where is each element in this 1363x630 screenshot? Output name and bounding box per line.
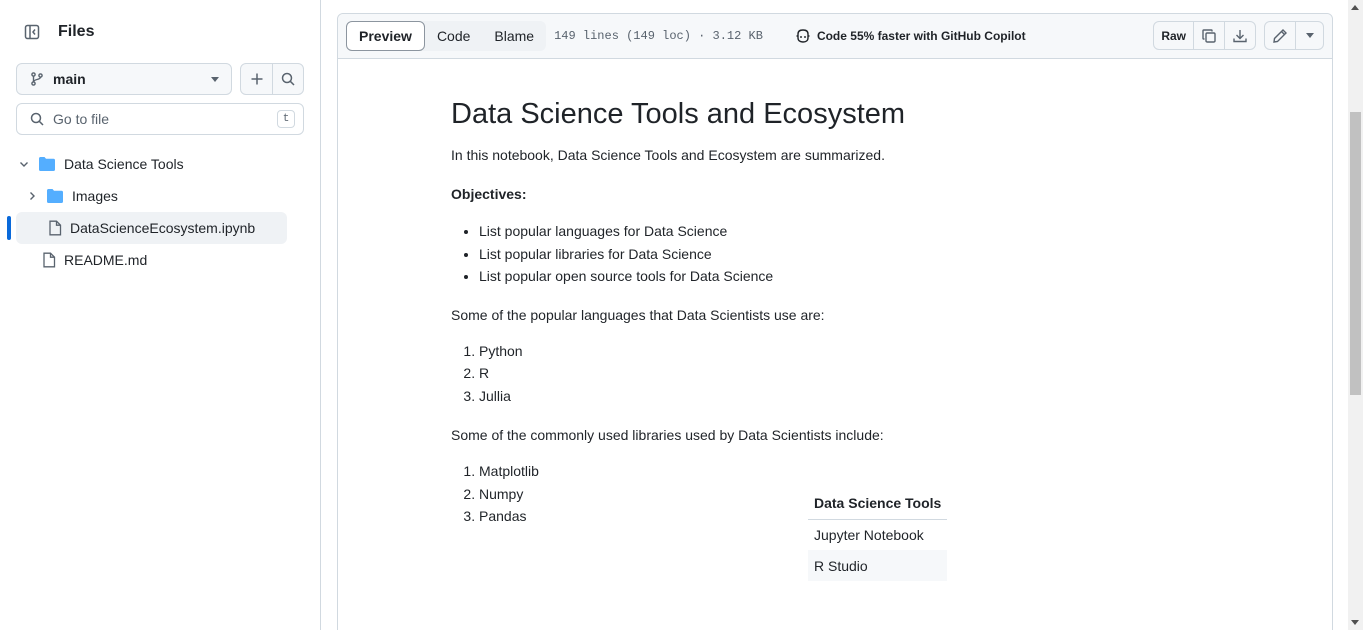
list-item: List popular libraries for Data Science <box>479 243 1211 266</box>
languages-list: Python R Jullia <box>451 340 1211 408</box>
file-tree: Data Science Tools Images DataScienceEco… <box>0 148 320 276</box>
tab-preview[interactable]: Preview <box>346 21 425 51</box>
page-scrollbar[interactable] <box>1348 0 1363 630</box>
active-item-indicator <box>7 216 11 240</box>
tree-item-label: Images <box>72 188 118 204</box>
plus-icon <box>251 73 262 85</box>
download-icon <box>1233 29 1247 42</box>
scroll-down-arrow-icon[interactable] <box>1351 620 1359 625</box>
git-branch-icon <box>31 72 43 86</box>
tree-item-label: Data Science Tools <box>64 156 184 172</box>
file-icon <box>43 252 56 268</box>
table-cell: R Studio <box>808 550 948 581</box>
tree-item-label: README.md <box>64 252 148 268</box>
chevron-down-icon <box>1305 33 1314 38</box>
intro-paragraph: In this notebook, Data Science Tools and… <box>451 147 885 163</box>
search-icon <box>30 112 44 126</box>
sidebar-title: Files <box>58 23 95 40</box>
objectives-heading: Objectives: <box>451 186 527 202</box>
edit-file-button[interactable] <box>1265 22 1295 49</box>
list-item: List popular languages for Data Science <box>479 220 1211 243</box>
raw-actions-group: Raw <box>1153 21 1256 50</box>
sidebar-header: Files <box>16 16 94 48</box>
scroll-up-arrow-icon[interactable] <box>1351 5 1359 10</box>
table-row: R Studio <box>808 550 948 581</box>
keyboard-shortcut-hint: t <box>277 110 295 128</box>
folder-open-icon <box>39 157 55 171</box>
tree-item-readme[interactable]: README.md <box>0 244 320 276</box>
chevron-right-icon[interactable] <box>24 190 40 202</box>
branch-selector[interactable]: main <box>16 63 232 95</box>
edit-actions-group <box>1264 21 1324 50</box>
tree-item-images[interactable]: Images <box>0 180 320 212</box>
copilot-promo-link[interactable]: Code 55% faster with GitHub Copilot <box>795 28 1026 44</box>
raw-button[interactable]: Raw <box>1154 22 1193 49</box>
chevron-down-icon[interactable] <box>16 158 32 170</box>
table-row: Jupyter Notebook <box>808 519 947 550</box>
folder-icon <box>47 189 63 203</box>
file-meta: 149 lines (149 loc) · 3.12 KB <box>554 29 763 43</box>
scrollbar-thumb[interactable] <box>1350 112 1361 395</box>
copilot-promo-text: Code 55% faster with GitHub Copilot <box>816 29 1026 43</box>
languages-intro: Some of the popular languages that Data … <box>451 306 825 323</box>
search-code-button[interactable] <box>272 64 303 94</box>
copy-icon <box>1202 28 1216 43</box>
search-icon <box>281 72 295 86</box>
notebook-preview: Data Science Tools and Ecosystem In this… <box>451 96 1211 528</box>
file-container: Preview Code Blame 149 lines (149 loc) ·… <box>337 13 1333 630</box>
branch-row: main <box>16 63 304 95</box>
pencil-icon <box>1273 28 1287 43</box>
collapse-sidebar-button[interactable] <box>16 16 48 48</box>
list-item: Jullia <box>479 385 1211 408</box>
tools-table: Data Science Tools Jupyter Notebook R St… <box>808 488 948 581</box>
file-toolbar: Preview Code Blame 149 lines (149 loc) ·… <box>338 14 1332 59</box>
add-file-button[interactable] <box>241 64 272 94</box>
branch-name: main <box>53 71 86 87</box>
copilot-icon <box>796 29 810 43</box>
objectives-list: List popular languages for Data Science … <box>451 220 1211 288</box>
list-item: List popular open source tools for Data … <box>479 265 1211 288</box>
go-to-file-input[interactable] <box>53 111 277 127</box>
list-item: Python <box>479 340 1211 363</box>
tab-code[interactable]: Code <box>425 21 482 51</box>
table-header-row: Data Science Tools <box>808 488 948 520</box>
table-header-cell: Data Science Tools <box>808 488 948 520</box>
chevron-down-icon <box>211 76 219 82</box>
table-cell: Jupyter Notebook <box>814 526 924 543</box>
sidebar-collapse-icon <box>24 24 40 40</box>
tree-item-datascienceecosystem[interactable]: DataScienceEcosystem.ipynb <box>7 212 287 244</box>
file-actions: Raw <box>1153 21 1324 50</box>
more-edit-options-button[interactable] <box>1295 22 1323 49</box>
list-item: Matplotlib <box>479 460 1211 483</box>
copy-raw-button[interactable] <box>1193 22 1224 49</box>
list-item: R <box>479 362 1211 385</box>
file-icon <box>49 220 62 236</box>
sidebar-actions <box>240 63 304 95</box>
go-to-file-field[interactable]: t <box>16 103 304 135</box>
file-view: Preview Code Blame 149 lines (149 loc) ·… <box>321 0 1363 630</box>
tree-item-label: DataScienceEcosystem.ipynb <box>70 220 256 236</box>
tree-item-data-science-tools[interactable]: Data Science Tools <box>0 148 320 180</box>
notebook-title: Data Science Tools and Ecosystem <box>451 98 906 130</box>
tab-blame[interactable]: Blame <box>482 21 546 51</box>
view-mode-tabs: Preview Code Blame <box>346 21 547 51</box>
libraries-intro: Some of the commonly used libraries used… <box>451 427 884 443</box>
file-tree-sidebar: Files main t Data Science Tools <box>0 0 321 630</box>
download-raw-button[interactable] <box>1224 22 1255 49</box>
